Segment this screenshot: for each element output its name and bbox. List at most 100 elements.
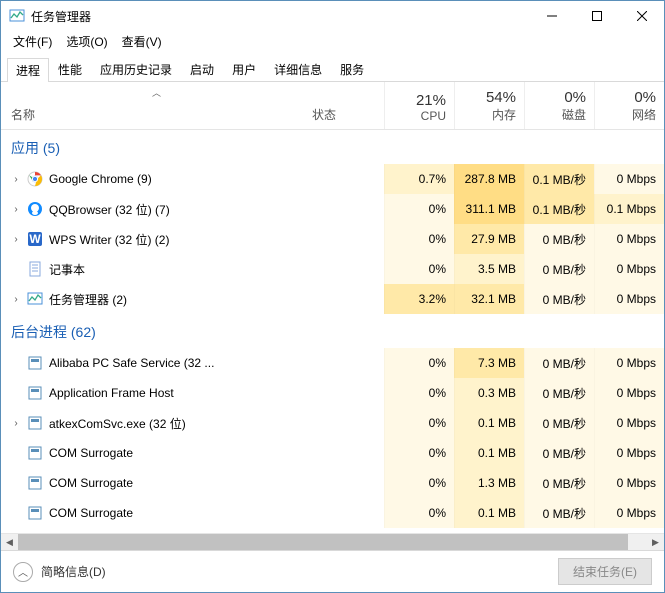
metric-cell: 3.2% [384, 284, 454, 314]
process-list[interactable]: 应用 (5) › Google Chrome (9) 0.7%287.8 MB0… [1, 130, 664, 533]
menubar: 文件(F) 选项(O) 查看(V) [1, 31, 664, 51]
metric-cell: 0 Mbps [594, 254, 664, 284]
column-网络[interactable]: 0%网络 [594, 82, 664, 129]
metric-cell: 27.9 MB [454, 224, 524, 254]
process-name: atkexComSvc.exe (32 位) [49, 415, 186, 432]
process-row[interactable]: › Google Chrome (9) 0.7%287.8 MB0.1 MB/秒… [1, 164, 664, 194]
fewer-details-toggle[interactable]: ︿ [13, 562, 33, 582]
column-headers: ︿ 名称 状态 21%CPU54%内存0%磁盘0%网络 [1, 82, 664, 130]
generic-icon [27, 355, 43, 371]
tab-1[interactable]: 性能 [49, 57, 91, 81]
process-name: WPS Writer (32 位) (2) [49, 231, 169, 248]
expand-chevron-icon[interactable]: › [11, 418, 21, 429]
generic-icon [27, 475, 43, 491]
menu-options[interactable]: 选项(O) [60, 32, 113, 51]
group-header: 后台进程 (62) [1, 314, 664, 348]
process-name: COM Surrogate [49, 476, 133, 490]
metric-cell: 0% [384, 194, 454, 224]
expand-chevron-icon[interactable]: › [11, 234, 21, 245]
process-row[interactable]: 记事本 0%3.5 MB0 MB/秒0 Mbps [1, 254, 664, 284]
process-row[interactable]: › QQBrowser (32 位) (7) 0%311.1 MB0.1 MB/… [1, 194, 664, 224]
process-row[interactable]: Alibaba PC Safe Service (32 ... 0%7.3 MB… [1, 348, 664, 378]
metric-cell: 0 Mbps [594, 408, 664, 438]
titlebar: 任务管理器 [1, 1, 664, 31]
svg-text:W: W [29, 232, 41, 246]
column-内存[interactable]: 54%内存 [454, 82, 524, 129]
column-CPU[interactable]: 21%CPU [384, 82, 454, 129]
process-name: COM Surrogate [49, 506, 133, 520]
process-row[interactable]: › W WPS Writer (32 位) (2) 0%27.9 MB0 MB/… [1, 224, 664, 254]
metric-cell: 0.1 MB [454, 408, 524, 438]
tab-5[interactable]: 详细信息 [265, 57, 331, 81]
group-header: 应用 (5) [1, 130, 664, 164]
metric-cell: 0 MB/秒 [524, 254, 594, 284]
metric-cell: 0% [384, 438, 454, 468]
process-row[interactable]: COM Surrogate 0%0.1 MB0 MB/秒0 Mbps [1, 498, 664, 528]
generic-icon [27, 505, 43, 521]
expand-chevron-icon[interactable]: › [11, 174, 21, 185]
generic-icon [27, 385, 43, 401]
metric-cell: 0% [384, 378, 454, 408]
metric-cell: 0 Mbps [594, 224, 664, 254]
close-button[interactable] [619, 1, 664, 31]
process-row[interactable]: › atkexComSvc.exe (32 位) 0%0.1 MB0 MB/秒0… [1, 408, 664, 438]
metric-cell: 0.1 MB [454, 438, 524, 468]
metric-cell: 0 Mbps [594, 164, 664, 194]
process-row[interactable]: › 任务管理器 (2) 3.2%32.1 MB0 MB/秒0 Mbps [1, 284, 664, 314]
metric-cell: 0 MB/秒 [524, 468, 594, 498]
tabs: 进程性能应用历史记录启动用户详细信息服务 [1, 51, 664, 82]
metric-cell: 0.1 MB/秒 [524, 164, 594, 194]
fewer-details-link[interactable]: 简略信息(D) [41, 563, 106, 580]
metric-cell: 0% [384, 348, 454, 378]
taskmgr-icon [27, 291, 43, 307]
menu-view[interactable]: 查看(V) [116, 32, 168, 51]
expand-chevron-icon[interactable]: › [11, 204, 21, 215]
notepad-icon [27, 261, 43, 277]
tab-3[interactable]: 启动 [181, 57, 223, 81]
horizontal-scrollbar[interactable]: ◀ ▶ [1, 533, 664, 550]
process-name: 记事本 [49, 261, 85, 278]
metric-cell: 0 MB/秒 [524, 284, 594, 314]
tab-6[interactable]: 服务 [331, 57, 373, 81]
metric-cell: 0 Mbps [594, 378, 664, 408]
qq-icon [27, 201, 43, 217]
footer: ︿ 简略信息(D) 结束任务(E) [1, 550, 664, 592]
process-name: Alibaba PC Safe Service (32 ... [49, 356, 214, 370]
expand-chevron-icon[interactable]: › [11, 294, 21, 305]
metric-cell: 32.1 MB [454, 284, 524, 314]
process-row[interactable]: Application Frame Host 0%0.3 MB0 MB/秒0 M… [1, 378, 664, 408]
process-name: 任务管理器 (2) [49, 291, 127, 308]
end-task-button[interactable]: 结束任务(E) [558, 558, 652, 585]
sort-indicator-icon: ︿ [152, 86, 161, 99]
column-status[interactable]: 状态 [312, 82, 384, 129]
wps-icon: W [27, 231, 43, 247]
metric-cell: 0 MB/秒 [524, 408, 594, 438]
minimize-button[interactable] [529, 1, 574, 31]
metric-cell: 1.3 MB [454, 468, 524, 498]
scroll-right-icon[interactable]: ▶ [647, 534, 664, 551]
process-name: QQBrowser (32 位) (7) [49, 201, 170, 218]
menu-file[interactable]: 文件(F) [7, 32, 58, 51]
process-row[interactable]: COM Surrogate 0%1.3 MB0 MB/秒0 Mbps [1, 468, 664, 498]
metric-cell: 0 MB/秒 [524, 224, 594, 254]
metric-cell: 287.8 MB [454, 164, 524, 194]
metric-cell: 7.3 MB [454, 348, 524, 378]
column-磁盘[interactable]: 0%磁盘 [524, 82, 594, 129]
metric-cell: 0% [384, 408, 454, 438]
metric-cell: 0.1 MB [454, 498, 524, 528]
metric-cell: 0 Mbps [594, 348, 664, 378]
chrome-icon [27, 171, 43, 187]
process-row[interactable]: COM Surrogate 0%0.1 MB0 MB/秒0 Mbps [1, 438, 664, 468]
metric-cell: 0 Mbps [594, 468, 664, 498]
tab-4[interactable]: 用户 [223, 57, 265, 81]
metric-cell: 0% [384, 498, 454, 528]
column-name[interactable]: ︿ 名称 [1, 82, 312, 129]
process-name: Application Frame Host [49, 386, 174, 400]
scroll-left-icon[interactable]: ◀ [1, 534, 18, 551]
tab-0[interactable]: 进程 [7, 58, 49, 82]
scroll-thumb[interactable] [18, 534, 628, 550]
tab-2[interactable]: 应用历史记录 [91, 57, 181, 81]
maximize-button[interactable] [574, 1, 619, 31]
app-icon [9, 8, 25, 24]
metric-cell: 0.3 MB [454, 378, 524, 408]
